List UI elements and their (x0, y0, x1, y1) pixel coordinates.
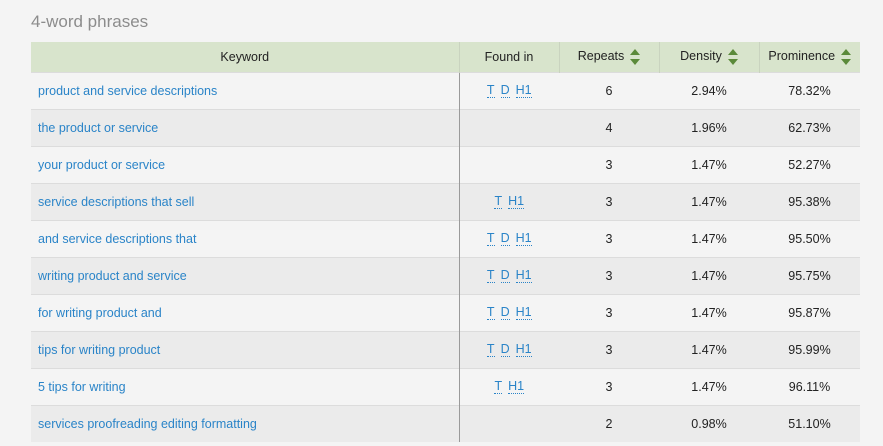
column-header-found-in-label: Found in (484, 49, 534, 64)
repeats-cell: 3 (559, 145, 659, 183)
table-row: service descriptions that sell T H1 3 1.47% 9… (31, 182, 860, 220)
column-header-keyword-label: Keyword (220, 49, 270, 64)
density-cell: 1.47% (659, 293, 759, 331)
repeats-cell: 4 (559, 108, 659, 146)
sort-icon[interactable] (727, 48, 738, 65)
prominence-cell: 95.38% (759, 182, 860, 220)
table-row: for writing product and T D H1 3 1.47% 95.87% (31, 293, 860, 331)
keyword-link[interactable]: for writing product and (31, 293, 459, 331)
column-header-prominence-label: Prominence (768, 49, 836, 64)
repeats-cell: 3 (559, 256, 659, 294)
prominence-cell: 96.11% (759, 367, 860, 405)
keyword-link[interactable]: the product or service (31, 108, 459, 146)
found-in-tag[interactable]: D (500, 343, 510, 357)
repeats-cell: 2 (559, 404, 659, 442)
column-header-found-in: Found in (458, 42, 559, 72)
table-row: services proofreading editing formatting… (31, 404, 860, 442)
found-in-cell: T D H1 (458, 293, 559, 331)
density-cell: 1.47% (659, 145, 759, 183)
repeats-cell: 3 (559, 367, 659, 405)
found-in-tag[interactable]: H1 (508, 380, 525, 394)
found-in-cell (458, 108, 559, 146)
column-header-density[interactable]: Density (658, 42, 759, 72)
keyword-link[interactable]: your product or service (31, 145, 459, 183)
found-in-cell: T D H1 (458, 256, 559, 294)
found-in-tag[interactable]: D (500, 269, 510, 283)
prominence-cell: 78.32% (759, 71, 860, 109)
keyword-link[interactable]: service descriptions that sell (31, 182, 459, 220)
found-in-cell: T H1 (458, 367, 559, 405)
found-in-tag[interactable]: T (494, 195, 503, 209)
found-in-cell: T D H1 (458, 71, 559, 109)
column-header-repeats[interactable]: Repeats (558, 42, 659, 72)
prominence-cell: 95.75% (759, 256, 860, 294)
repeats-cell: 3 (559, 219, 659, 257)
table-row: product and service descriptions T D H1 6 2.9… (31, 71, 860, 109)
repeats-cell: 3 (559, 182, 659, 220)
found-in-tag[interactable]: D (500, 306, 510, 320)
density-cell: 0.98% (659, 404, 759, 442)
keyword-link[interactable]: 5 tips for writing (31, 367, 459, 405)
density-cell: 1.47% (659, 182, 759, 220)
column-header-prominence[interactable]: Prominence (758, 42, 860, 72)
repeats-cell: 3 (559, 293, 659, 331)
keyword-link[interactable]: tips for writing product (31, 330, 459, 368)
found-in-tag[interactable]: T (486, 269, 495, 283)
found-in-tag[interactable]: D (500, 84, 510, 98)
found-in-tag[interactable]: H1 (515, 269, 532, 283)
keyword-link[interactable]: services proofreading editing formatting (31, 404, 459, 442)
table-row: writing product and service T D H1 3 1.47% 95.… (31, 256, 860, 294)
keyword-table-container: Keyword Found in Repeats Density Promine… (31, 42, 860, 446)
found-in-tag[interactable]: T (494, 380, 503, 394)
found-in-tag[interactable]: H1 (515, 232, 532, 246)
prominence-cell: 95.87% (759, 293, 860, 331)
found-in-cell (458, 404, 559, 442)
prominence-cell: 52.27% (759, 145, 860, 183)
density-cell: 1.47% (659, 367, 759, 405)
found-in-cell (458, 145, 559, 183)
found-in-tag[interactable]: H1 (508, 195, 525, 209)
table-row: your product or service 3 1.47% 52.27% (31, 145, 860, 183)
table-row: the product or service 4 1.96% 62.73% (31, 108, 860, 146)
column-header-repeats-label: Repeats (577, 49, 625, 64)
section-title: 4-word phrases (31, 12, 149, 31)
prominence-cell: 51.10% (759, 404, 860, 442)
keyword-link[interactable]: product and service descriptions (31, 71, 459, 109)
density-cell: 2.94% (659, 71, 759, 109)
table-row: tips for writing product T D H1 3 1.47% 95.99% (31, 330, 860, 368)
sort-icon[interactable] (841, 48, 852, 65)
found-in-tag[interactable]: H1 (515, 343, 532, 357)
prominence-cell: 95.99% (759, 330, 860, 368)
prominence-cell: 95.50% (759, 219, 860, 257)
found-in-cell: T D H1 (458, 219, 559, 257)
found-in-cell: T D H1 (458, 330, 559, 368)
prominence-cell: 62.73% (759, 108, 860, 146)
sort-icon[interactable] (630, 48, 641, 65)
column-header-keyword: Keyword (31, 42, 459, 72)
found-in-tag[interactable]: D (500, 232, 510, 246)
found-in-cell: T H1 (458, 182, 559, 220)
table-row: and service descriptions that T D H1 3 1.47% 9… (31, 219, 860, 257)
keyword-link[interactable]: and service descriptions that (31, 219, 459, 257)
found-in-tag[interactable]: H1 (515, 306, 532, 320)
density-cell: 1.47% (659, 330, 759, 368)
density-cell: 1.47% (659, 256, 759, 294)
table-body: product and service descriptions T D H1 6 2.9… (31, 71, 860, 442)
column-header-density-label: Density (680, 49, 722, 64)
found-in-tag[interactable]: H1 (515, 84, 532, 98)
found-in-tag[interactable]: T (486, 232, 495, 246)
found-in-tag[interactable]: T (486, 306, 495, 320)
repeats-cell: 6 (559, 71, 659, 109)
keyword-link[interactable]: writing product and service (31, 256, 459, 294)
found-in-tag[interactable]: T (486, 343, 495, 357)
found-in-tag[interactable]: T (486, 84, 495, 98)
repeats-cell: 3 (559, 330, 659, 368)
keyword-table: Keyword Found in Repeats Density Promine… (31, 42, 860, 442)
table-header-row: Keyword Found in Repeats Density Promine… (31, 42, 860, 72)
density-cell: 1.96% (659, 108, 759, 146)
table-row: 5 tips for writing T H1 3 1.47% 96.11% (31, 367, 860, 405)
density-cell: 1.47% (659, 219, 759, 257)
